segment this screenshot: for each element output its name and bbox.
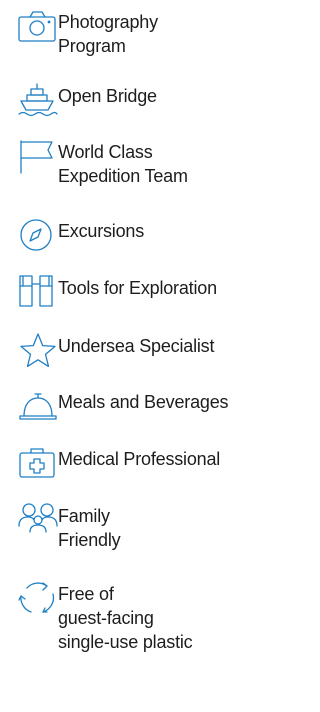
feature-label: Free of guest-facing single-use plastic: [58, 584, 193, 652]
feature-label: Undersea Specialist: [58, 336, 215, 356]
feature-label: Photography Program: [58, 12, 158, 56]
cloche-icon: [18, 388, 58, 424]
ship-icon: [18, 82, 58, 118]
family-icon: [18, 502, 58, 538]
feature-open-bridge: Open Bridge: [18, 82, 157, 118]
compass-icon: [18, 217, 58, 253]
feature-label: World Class Expedition Team: [58, 142, 188, 186]
feature-label: Open Bridge: [58, 86, 157, 106]
feature-meals-and-beverages: Meals and Beverages: [18, 388, 229, 424]
camera-icon: [18, 8, 58, 44]
feature-plastic-free: Free of guest-facing single-use plastic: [18, 580, 193, 654]
feature-label: Meals and Beverages: [58, 392, 229, 412]
feature-label: Medical Professional: [58, 449, 221, 469]
feature-photography-program: Photography Program: [18, 8, 158, 58]
binoculars-icon: [18, 274, 58, 310]
star-icon: [18, 332, 58, 368]
feature-expedition-team: World Class Expedition Team: [18, 138, 188, 188]
feature-medical-professional: Medical Professional: [18, 445, 220, 481]
feature-excursions: Excursions: [18, 217, 144, 253]
flag-icon: [18, 138, 58, 174]
feature-label: Tools for Exploration: [58, 278, 217, 298]
feature-family-friendly: Family Friendly: [18, 502, 121, 552]
feature-label: Excursions: [58, 221, 145, 241]
feature-label: Family Friendly: [58, 506, 121, 550]
feature-undersea-specialist: Undersea Specialist: [18, 332, 214, 368]
feature-list: Photography Program Open Bridge World Cl…: [0, 0, 259, 712]
feature-tools-for-exploration: Tools for Exploration: [18, 274, 217, 310]
recycle-icon: [18, 580, 58, 616]
medical-kit-icon: [18, 445, 58, 481]
